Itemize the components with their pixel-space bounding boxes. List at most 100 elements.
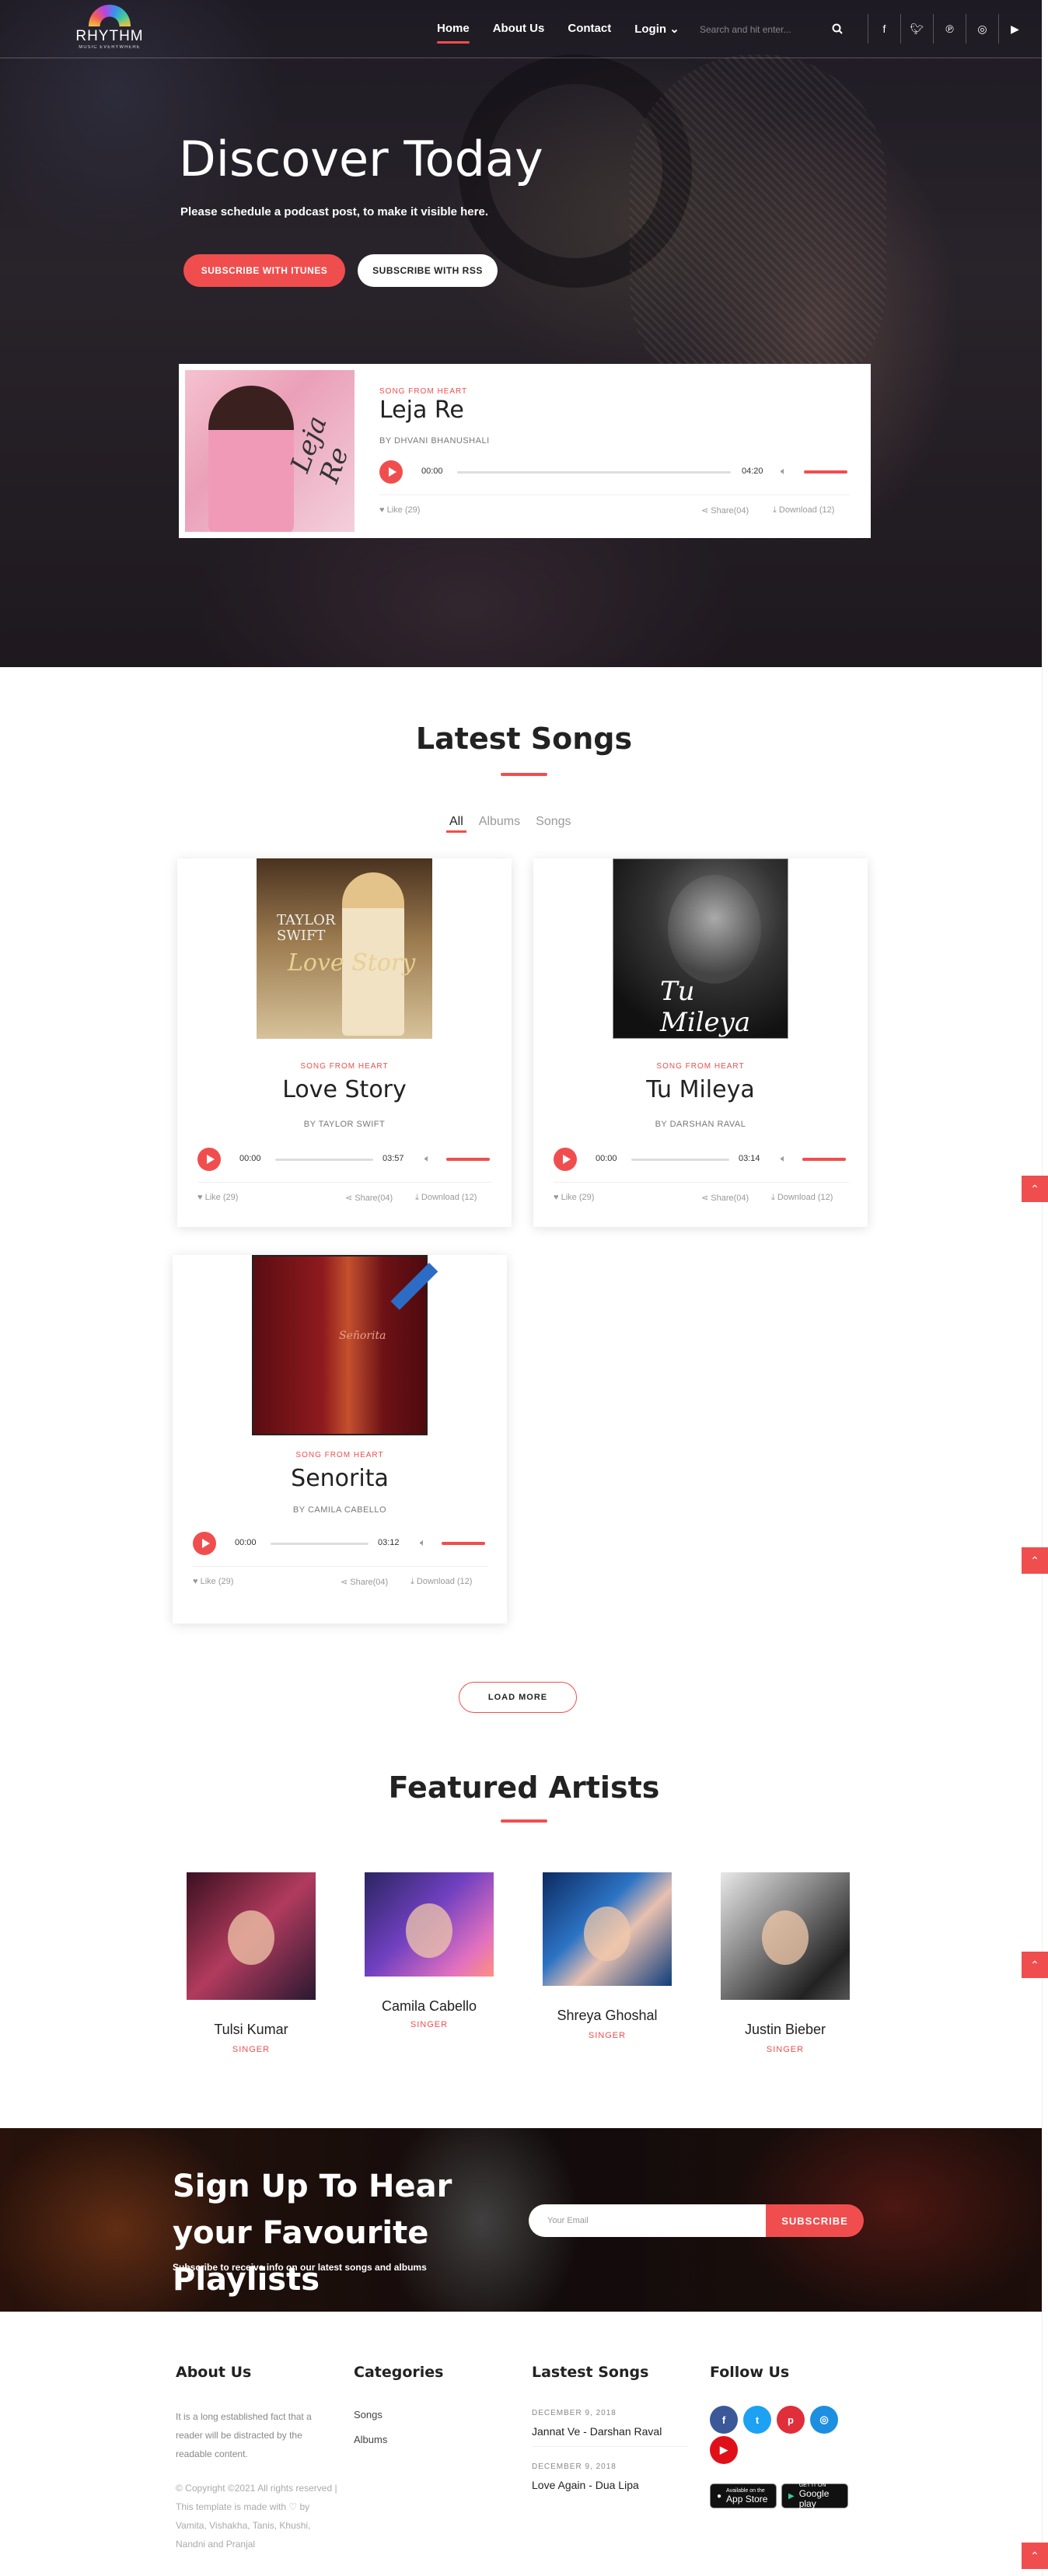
load-more-button[interactable]: LOAD MORE bbox=[459, 1682, 577, 1713]
featured-song-player: Leja Re SONG FROM HEART Leja Re BY DHVAN… bbox=[179, 364, 871, 538]
back-to-top-button[interactable]: ⌃ bbox=[1022, 1952, 1048, 1978]
nav-links: Home About Us Contact Login ⌄ bbox=[437, 22, 679, 44]
artist-name[interactable]: Shreya Ghoshal bbox=[543, 2008, 672, 2024]
back-to-top-button[interactable]: ⌃ bbox=[1022, 1547, 1048, 1574]
download-icon: ⤓ bbox=[771, 1193, 777, 1202]
filter-all[interactable]: All bbox=[446, 815, 466, 833]
logo-text: RHYTHM bbox=[75, 28, 144, 44]
play-button[interactable] bbox=[379, 460, 403, 484]
subscribe-button[interactable]: SUBSCRIBE bbox=[766, 2204, 864, 2237]
song-title: Tu Mileya bbox=[646, 1076, 755, 1103]
volume-slider[interactable] bbox=[446, 1158, 490, 1161]
scrollbar[interactable] bbox=[1042, 0, 1048, 2576]
back-to-top-button[interactable]: ⌃ bbox=[1022, 2543, 1048, 2569]
progress-track[interactable] bbox=[631, 1159, 729, 1161]
progress-track[interactable] bbox=[457, 471, 731, 474]
artist-photo[interactable] bbox=[187, 1872, 316, 2000]
footer-about-heading: About Us bbox=[176, 2364, 252, 2381]
share-button[interactable]: ⋖ Share(04) bbox=[701, 1193, 749, 1203]
download-button[interactable]: ⤓ Download (12) bbox=[415, 1193, 477, 1203]
instagram-icon[interactable]: ◎ bbox=[810, 2406, 838, 2434]
song-title: Love Story bbox=[282, 1076, 407, 1103]
play-button[interactable] bbox=[193, 1532, 216, 1555]
song-cover[interactable]: Señorita bbox=[252, 1255, 438, 1435]
subscribe-itunes-button[interactable]: SUBSCRIBE WITH ITUNES bbox=[183, 254, 345, 287]
search-input[interactable] bbox=[700, 24, 832, 35]
artist-photo[interactable] bbox=[721, 1872, 850, 2000]
artist-name[interactable]: Camila Cabello bbox=[365, 1998, 494, 2015]
volume-icon[interactable]: 🔈︎ bbox=[420, 1536, 426, 1549]
footer-link-songs[interactable]: Songs bbox=[354, 2409, 383, 2420]
artist-photo[interactable] bbox=[365, 1872, 494, 1977]
heart-icon: ♥ bbox=[193, 1577, 201, 1586]
subscribe-rss-button[interactable]: SUBSCRIBE WITH RSS bbox=[358, 254, 498, 287]
download-button[interactable]: ⤓ Download (12) bbox=[771, 1193, 833, 1203]
app-store-badge[interactable]: ● Available on the App Store bbox=[710, 2483, 777, 2508]
footer-copyright: © Copyright ©2021 All rights reserved | … bbox=[176, 2483, 337, 2550]
song-cover[interactable]: Tu Mileya bbox=[613, 858, 788, 1039]
apple-icon: ● bbox=[717, 2491, 722, 2501]
artist-role: SINGER bbox=[232, 2045, 271, 2054]
footer-follow-heading: Follow Us bbox=[710, 2364, 790, 2381]
newsletter-subtitle: Subscribe to receive info on our latest … bbox=[173, 2262, 427, 2273]
volume-slider[interactable] bbox=[804, 470, 847, 474]
download-button[interactable]: ⤓ Download (12) bbox=[773, 505, 834, 516]
play-button[interactable] bbox=[554, 1148, 577, 1171]
nav-search bbox=[700, 17, 855, 42]
artist-photo[interactable] bbox=[543, 1872, 672, 1986]
facebook-icon[interactable]: f bbox=[710, 2406, 738, 2434]
share-button[interactable]: ⋖ Share(04) bbox=[701, 505, 749, 516]
footer-link-albums[interactable]: Albums bbox=[354, 2434, 387, 2445]
pinterest-icon[interactable]: p bbox=[777, 2406, 805, 2434]
artist-name[interactable]: Tulsi Kumar bbox=[187, 2022, 316, 2038]
share-button[interactable]: ⋖ Share(04) bbox=[341, 1577, 388, 1587]
footer-song-link[interactable]: Love Again - Dua Lipa bbox=[532, 2479, 639, 2491]
featured-artists-title: Featured Artists bbox=[388, 1770, 660, 1805]
song-card: TAYLOR SWIFT Love Story SONG FROM HEART L… bbox=[177, 858, 512, 1227]
progress-track[interactable] bbox=[271, 1543, 369, 1545]
filter-albums[interactable]: Albums bbox=[479, 815, 520, 829]
google-play-icon: ▶ bbox=[788, 2491, 795, 2501]
progress-track[interactable] bbox=[275, 1159, 373, 1161]
duration: 03:57 bbox=[383, 1154, 404, 1163]
volume-icon[interactable]: 🔈︎ bbox=[781, 465, 787, 477]
like-button[interactable]: ♥ Like (29) bbox=[554, 1193, 594, 1202]
youtube-icon[interactable]: ▶ bbox=[710, 2436, 738, 2464]
twitter-icon[interactable]: 🐦︎ bbox=[900, 14, 933, 44]
volume-slider[interactable] bbox=[442, 1542, 485, 1545]
artist-name[interactable]: Justin Bieber bbox=[721, 2022, 850, 2038]
chevron-up-icon: ⌃ bbox=[1030, 2549, 1039, 2562]
volume-icon[interactable]: 🔈︎ bbox=[781, 1152, 787, 1165]
twitter-icon[interactable]: t bbox=[743, 2406, 771, 2434]
play-button[interactable] bbox=[197, 1148, 221, 1171]
download-icon: ⤓ bbox=[773, 505, 779, 515]
back-to-top-button[interactable]: ⌃ bbox=[1022, 1176, 1048, 1202]
download-button[interactable]: ⤓ Download (12) bbox=[410, 1577, 472, 1587]
like-button[interactable]: ♥ Like (29) bbox=[193, 1577, 233, 1586]
email-field[interactable] bbox=[529, 2204, 766, 2237]
like-button[interactable]: ♥ Like (29) bbox=[197, 1193, 238, 1202]
chevron-down-icon: ⌄ bbox=[669, 23, 679, 36]
song-artist: BY DHVANI BHANUSHALI bbox=[379, 436, 490, 446]
like-button[interactable]: ♥ Like (29) bbox=[379, 505, 420, 515]
instagram-icon[interactable]: ◎ bbox=[966, 14, 998, 44]
chevron-up-icon: ⌃ bbox=[1030, 1554, 1039, 1567]
nav-link-contact[interactable]: Contact bbox=[568, 22, 611, 36]
volume-icon[interactable]: 🔈︎ bbox=[424, 1152, 431, 1165]
share-button[interactable]: ⋖ Share(04) bbox=[345, 1193, 393, 1203]
google-play-badge[interactable]: ▶ GET IT ON Google play bbox=[781, 2483, 848, 2509]
filter-songs[interactable]: Songs bbox=[536, 815, 571, 829]
nav-link-login[interactable]: Login ⌄ bbox=[634, 22, 679, 36]
nav-link-about[interactable]: About Us bbox=[493, 22, 545, 36]
artist-role: SINGER bbox=[766, 2045, 805, 2054]
volume-slider[interactable] bbox=[802, 1158, 846, 1161]
search-icon[interactable] bbox=[832, 23, 844, 36]
pinterest-icon[interactable]: ℗ bbox=[933, 14, 966, 44]
youtube-icon[interactable]: ▶ bbox=[998, 14, 1031, 44]
site-logo[interactable]: RHYTHM MUSIC EVERYWHERE bbox=[75, 5, 145, 53]
song-artist: BY DARSHAN RAVAL bbox=[655, 1120, 746, 1129]
footer-song-link[interactable]: Jannat Ve - Darshan Raval bbox=[532, 2425, 662, 2438]
nav-link-home[interactable]: Home bbox=[437, 22, 470, 44]
facebook-icon[interactable]: f bbox=[868, 14, 900, 44]
song-cover[interactable]: TAYLOR SWIFT Love Story bbox=[257, 858, 432, 1039]
